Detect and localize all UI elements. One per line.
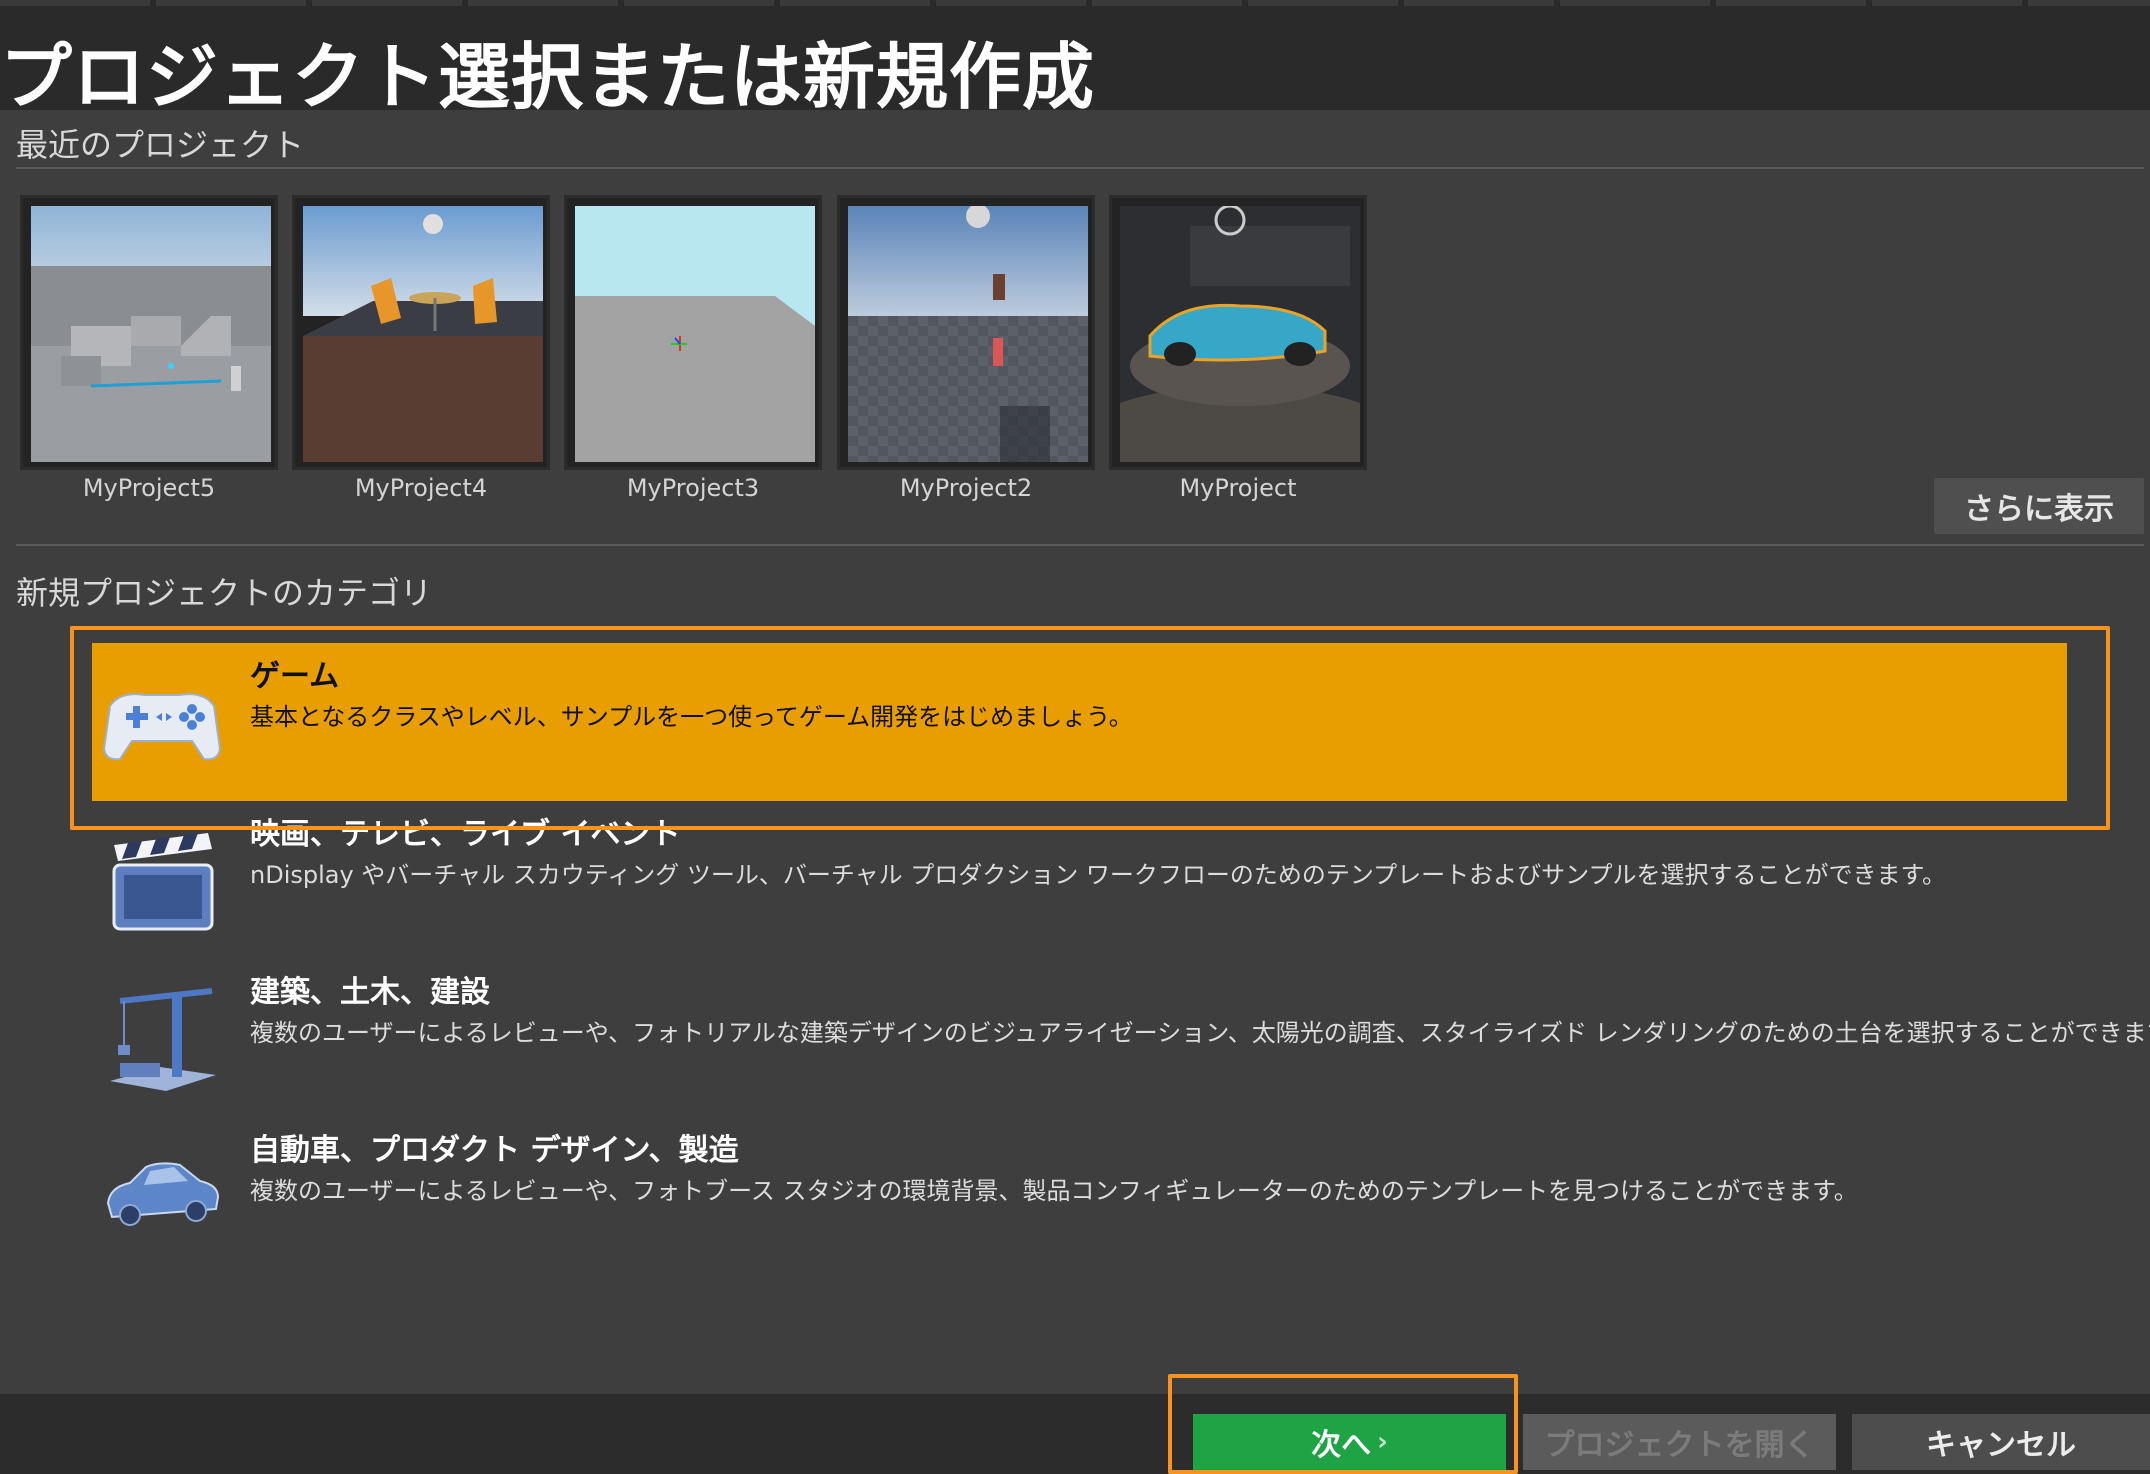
crane-icon: [100, 971, 224, 1095]
project-name-label: MyProject: [1179, 474, 1297, 502]
project-preview-image: [303, 206, 543, 462]
category-description: 複数のユーザーによるレビューや、フォトリアルな建築デザインのビジュアライゼーショ…: [250, 1019, 2150, 1047]
category-description: 複数のユーザーによるレビューや、フォトブース スタジオの環境背景、製品コンフィギ…: [250, 1177, 1858, 1205]
category-architecture[interactable]: 建築、土木、建設 複数のユーザーによるレビューや、フォトリアルな建築デザインのビ…: [92, 959, 2150, 1117]
category-name: 建築、土木、建設: [250, 975, 490, 1010]
project-name-label: MyProject5: [82, 474, 216, 502]
project-name-label: MyProject4: [354, 474, 488, 502]
selected-category-highlight: [70, 626, 2110, 830]
title-bar: プロジェクト選択または新規作成: [0, 0, 2150, 119]
next-button-highlight: [1168, 1374, 1518, 1474]
project-thumbnail-myproject[interactable]: [1109, 195, 1367, 470]
project-thumbnail-myproject2[interactable]: [837, 195, 1095, 470]
project-thumbnail-myproject3[interactable]: [564, 195, 822, 470]
category-description: nDisplay やバーチャル スカウティング ツール、バーチャル プロダクショ…: [250, 861, 1947, 889]
project-name-label: MyProject3: [626, 474, 760, 502]
page-title: プロジェクト選択または新規作成: [0, 35, 1096, 119]
project-thumbnail-myproject4[interactable]: [292, 195, 550, 470]
project-preview-image: [1120, 206, 1360, 462]
recent-projects-heading: 最近のプロジェクト: [16, 126, 305, 164]
car-icon: [100, 1127, 224, 1251]
open-project-button[interactable]: プロジェクトを開く: [1523, 1414, 1836, 1470]
category-automotive[interactable]: 自動車、プロダクト デザイン、製造 複数のユーザーによるレビューや、フォトブース…: [92, 1117, 2067, 1275]
show-more-button[interactable]: さらに表示: [1934, 478, 2144, 534]
clapperboard-icon: [100, 815, 224, 939]
project-preview-image: [575, 206, 815, 462]
new-project-categories-heading: 新規プロジェクトのカテゴリ: [16, 574, 433, 612]
project-preview-image: [31, 206, 271, 462]
category-name: 自動車、プロダクト デザイン、製造: [250, 1133, 739, 1168]
categories-divider: [16, 544, 2144, 546]
project-preview-image: [848, 206, 1088, 462]
project-name-label: MyProject2: [899, 474, 1033, 502]
cancel-button[interactable]: キャンセル: [1852, 1414, 2150, 1470]
title-stripe: [0, 0, 2150, 6]
recent-divider: [16, 167, 2144, 169]
project-thumbnail-myproject5[interactable]: [20, 195, 278, 470]
